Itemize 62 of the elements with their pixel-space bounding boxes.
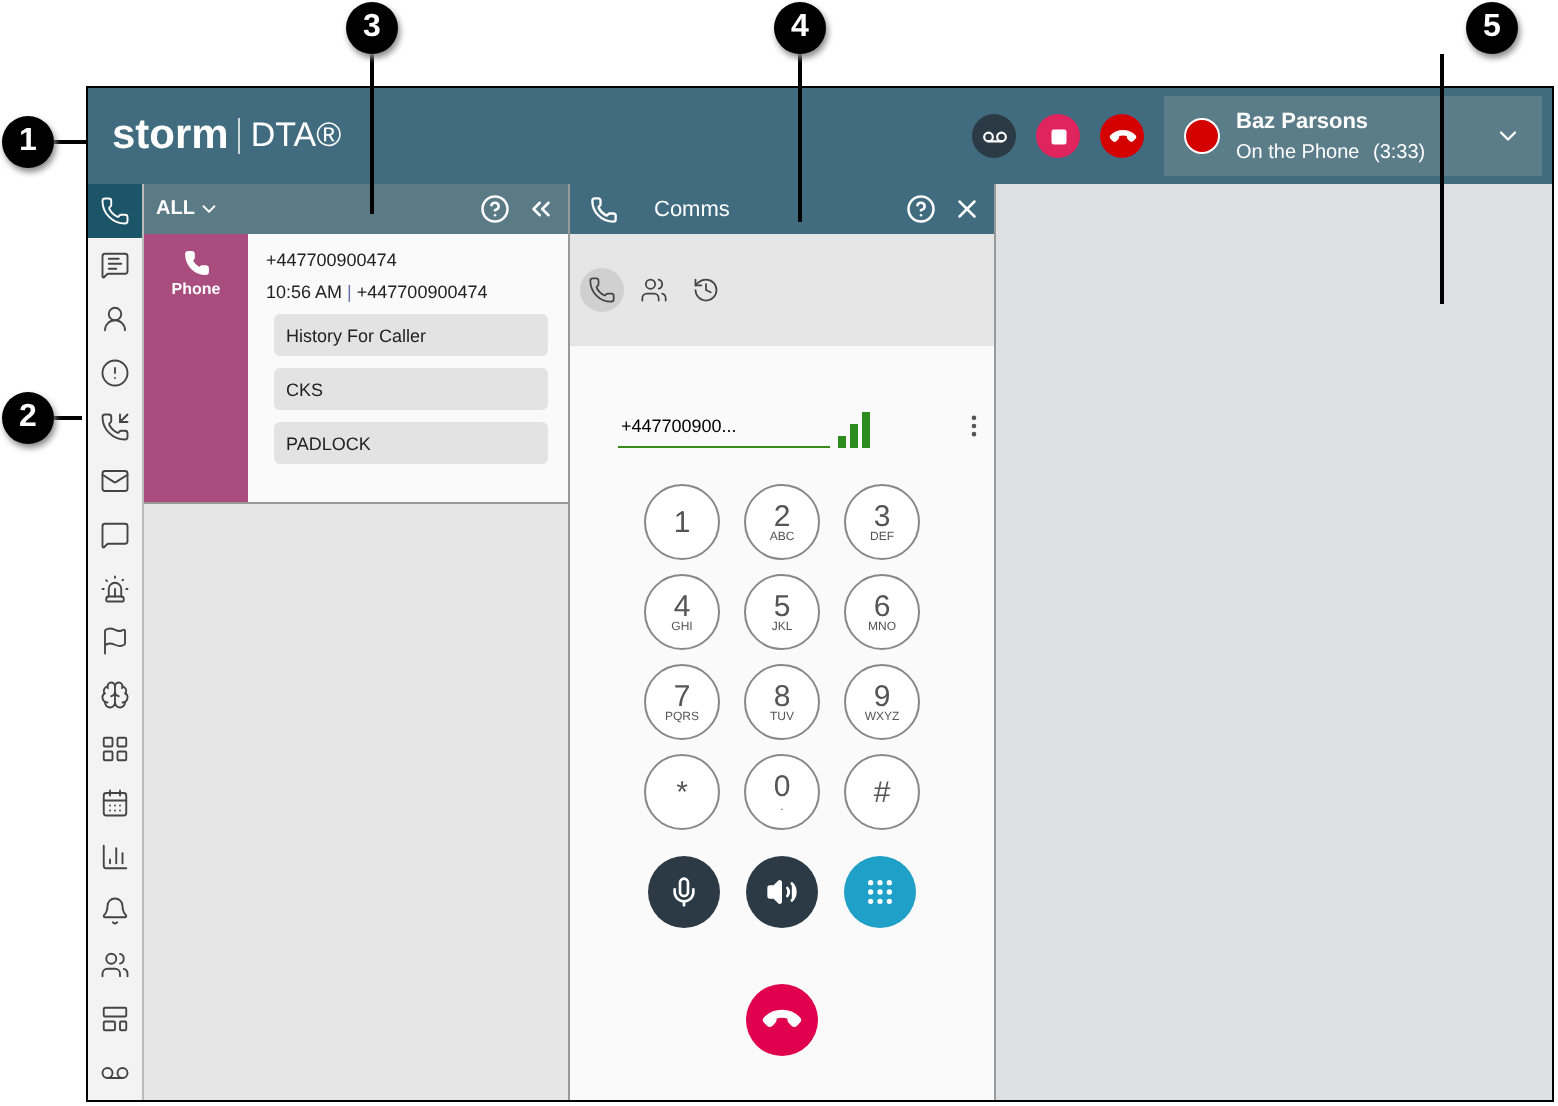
help-icon[interactable] bbox=[906, 194, 936, 224]
hang-up-button[interactable] bbox=[1100, 114, 1144, 158]
callout-number: 3 bbox=[346, 2, 398, 54]
dial-key[interactable]: * bbox=[644, 754, 720, 830]
template-icon bbox=[100, 1004, 130, 1035]
user-icon bbox=[100, 303, 130, 334]
logo-wordmark: storm bbox=[112, 112, 229, 160]
flag-icon bbox=[100, 626, 130, 657]
message-icon bbox=[100, 249, 130, 280]
phone-icon bbox=[588, 276, 616, 304]
phone-icon bbox=[100, 195, 130, 226]
card-action-button[interactable]: CKS bbox=[274, 368, 548, 410]
bar-chart-icon bbox=[100, 842, 130, 873]
speaker-icon bbox=[766, 876, 798, 908]
stop-button[interactable] bbox=[1036, 114, 1080, 158]
help-icon[interactable] bbox=[480, 194, 510, 224]
end-call-button[interactable] bbox=[746, 984, 818, 1056]
stop-icon bbox=[1049, 127, 1067, 145]
channel-label: Phone bbox=[171, 280, 221, 298]
number-field[interactable]: +447700900... bbox=[617, 416, 829, 448]
chat-icon bbox=[100, 519, 130, 550]
mail-icon bbox=[100, 465, 130, 496]
mute-icon bbox=[668, 876, 700, 908]
keypad-icon bbox=[864, 876, 896, 908]
siren-icon bbox=[100, 573, 130, 604]
close-icon[interactable] bbox=[952, 194, 982, 224]
user-name: Baz Parsons bbox=[1236, 109, 1371, 133]
keypad-button[interactable] bbox=[844, 856, 916, 928]
leader-line bbox=[54, 416, 82, 420]
call-time-line: 10:56 AM | +447700900474 bbox=[266, 282, 490, 302]
product-name: DTA® bbox=[250, 116, 342, 156]
callout-number: 4 bbox=[774, 2, 826, 54]
voicemail-button[interactable] bbox=[972, 114, 1016, 158]
dial-key[interactable]: # bbox=[844, 754, 920, 830]
card-action-button[interactable]: History For Caller bbox=[274, 314, 548, 356]
people-icon bbox=[640, 276, 668, 304]
telephone-icon bbox=[183, 250, 209, 276]
phone-icon bbox=[590, 195, 618, 223]
grid-icon bbox=[100, 734, 130, 765]
call-card[interactable]: Phone +447700900474 10:56 AM | +447700900474 History For Caller CKS PADLOCK bbox=[144, 234, 568, 504]
bell-icon bbox=[100, 896, 130, 927]
caller-number: +447700900474 bbox=[266, 250, 399, 270]
status-dot bbox=[1184, 118, 1220, 154]
speaker-button[interactable] bbox=[746, 856, 818, 928]
incoming-call-icon bbox=[100, 411, 130, 442]
signal-strength-icon bbox=[837, 412, 869, 448]
calendar-icon bbox=[100, 788, 130, 819]
user-status-card[interactable]: Baz Parsons On the Phone (3:33) bbox=[1164, 96, 1542, 176]
history-icon bbox=[692, 276, 720, 304]
user-status: On the Phone bbox=[1236, 141, 1360, 163]
callout-number: 1 bbox=[2, 116, 54, 168]
phone-tab[interactable] bbox=[580, 268, 624, 312]
panel-title: Comms bbox=[654, 197, 730, 221]
alert-icon bbox=[100, 357, 130, 388]
dial-key[interactable]: 1 bbox=[644, 484, 720, 560]
filter-dropdown[interactable]: ALL bbox=[156, 198, 221, 220]
callout-number: 5 bbox=[1466, 2, 1518, 54]
callout-number: 2 bbox=[2, 392, 54, 444]
mute-button[interactable] bbox=[648, 856, 720, 928]
card-action-button[interactable]: PADLOCK bbox=[274, 422, 548, 464]
call-timer: (3:33) bbox=[1373, 141, 1426, 163]
people-icon bbox=[100, 950, 130, 981]
